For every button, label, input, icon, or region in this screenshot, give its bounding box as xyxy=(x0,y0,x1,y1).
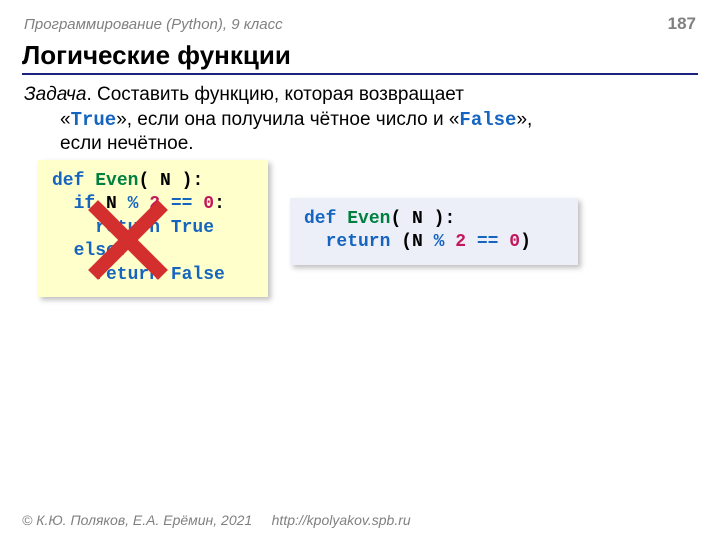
page-number: 187 xyxy=(668,14,696,34)
kw-def: def xyxy=(52,171,95,191)
paren-close: ) xyxy=(520,232,531,252)
op-mod: % xyxy=(117,194,149,214)
task-line3: если нечётное. xyxy=(24,132,698,157)
num-0: 0 xyxy=(203,194,214,214)
op-eq: == xyxy=(160,194,203,214)
fn-even2: Even xyxy=(347,209,390,229)
op-eq2: == xyxy=(466,232,509,252)
num-0b: 0 xyxy=(509,232,520,252)
code-short-box: def Even( N ): return (N % 2 == 0) xyxy=(290,198,578,265)
kw-return1: return xyxy=(52,218,171,238)
false-literal: False xyxy=(459,109,516,131)
kw-return2: return xyxy=(52,265,171,285)
lit-false: False xyxy=(171,265,225,285)
sig-rest2: ( N ): xyxy=(390,209,455,229)
true-literal: True xyxy=(71,109,117,131)
task-text: Задача. Составить функцию, которая возвр… xyxy=(22,83,698,157)
task-q2: », xyxy=(516,109,532,130)
slide-header: Программирование (Python), 9 класс 187 xyxy=(22,14,698,34)
lit-true: True xyxy=(171,218,214,238)
paren-open: (N xyxy=(401,232,423,252)
task-mid: », если она получила чётное число и « xyxy=(116,109,459,130)
kw-return3: return xyxy=(304,232,401,252)
task-q1: « xyxy=(60,109,71,130)
op-mod2: % xyxy=(423,232,455,252)
num-2: 2 xyxy=(149,194,160,214)
slide-title: Логические функции xyxy=(22,40,698,75)
colon1: : xyxy=(214,194,225,214)
num-2b: 2 xyxy=(455,232,466,252)
task-label: Задача xyxy=(24,84,86,105)
course-label: Программирование (Python), 9 класс xyxy=(24,16,283,33)
kw-if: if xyxy=(52,194,106,214)
code-long-box: def Even( N ): if N % 2 == 0: return Tru… xyxy=(38,160,268,297)
colon2: : xyxy=(117,241,128,261)
kw-else: else xyxy=(52,241,117,261)
kw-def2: def xyxy=(304,209,347,229)
copyright: © К.Ю. Поляков, Е.А. Ерёмин, 2021 xyxy=(22,512,252,528)
task-rest1: . Составить функцию, которая возвращает xyxy=(86,84,463,105)
fn-even: Even xyxy=(95,171,138,191)
slide-footer: © К.Ю. Поляков, Е.А. Ерёмин, 2021 http:/… xyxy=(22,512,411,528)
sig-rest: ( N ): xyxy=(138,171,203,191)
slide-root: Программирование (Python), 9 класс 187 Л… xyxy=(0,0,720,540)
var-n: N xyxy=(106,194,117,214)
footer-url[interactable]: http://kpolyakov.spb.ru xyxy=(272,512,411,528)
